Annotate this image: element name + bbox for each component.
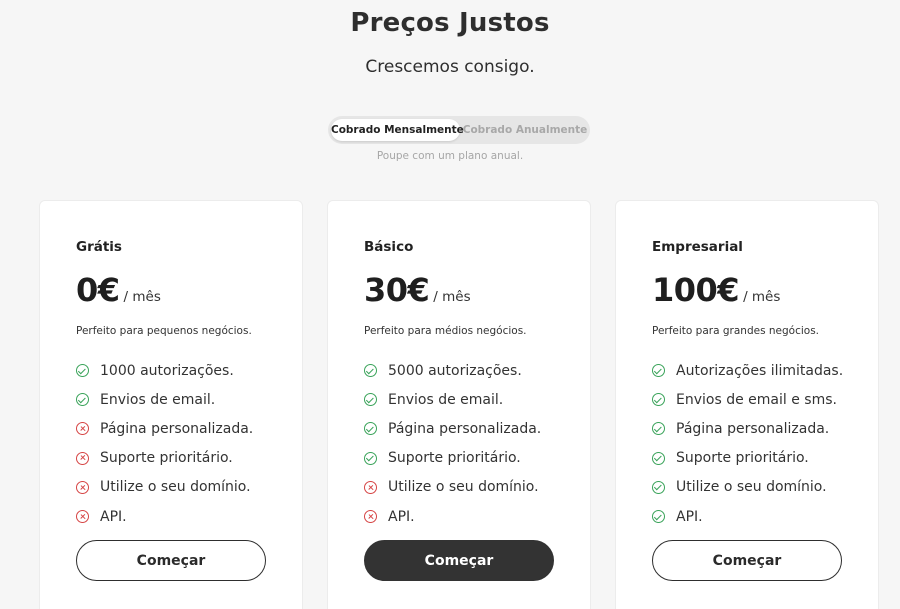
feature-list: 5000 autorizações. Envios de email. Página…: [364, 356, 541, 531]
plan-description: Perfeito para grandes negócios.: [652, 325, 820, 337]
start-button-basic[interactable]: Começar: [364, 540, 554, 581]
pricing-page: Preços Justos Crescemos consigo. Cobrado…: [0, 0, 900, 609]
plan-price: 0€: [76, 271, 120, 309]
billing-toggle[interactable]: Cobrado Mensalmente Cobrado Anualmente: [328, 116, 590, 144]
annual-savings-hint: Poupe com um plano anual.: [376, 150, 524, 162]
plan-card-enterprise: Empresarial 100€ / mês Perfeito para gran…: [615, 200, 879, 609]
cross-icon: [76, 451, 89, 465]
plan-description: Perfeito para médios negócios.: [364, 325, 527, 337]
cross-icon: [76, 422, 89, 436]
check-icon: [652, 393, 665, 407]
check-icon: [652, 510, 665, 524]
check-icon: [364, 451, 377, 465]
plan-price-row: 100€ / mês: [652, 271, 780, 309]
feature-item: Utilize o seu domínio.: [652, 473, 843, 502]
plan-name: Grátis: [76, 239, 122, 255]
feature-item: 5000 autorizações.: [364, 356, 541, 385]
plan-period: / mês: [743, 289, 781, 305]
feature-item: Utilize o seu domínio.: [76, 473, 253, 502]
feature-label: Utilize o seu domínio.: [388, 479, 539, 496]
feature-item: API.: [364, 502, 541, 531]
feature-item: Suporte prioritário.: [364, 444, 541, 473]
check-icon: [364, 422, 377, 436]
feature-label: Suporte prioritário.: [388, 450, 521, 467]
check-icon: [76, 364, 89, 378]
check-icon: [652, 451, 665, 465]
feature-label: Utilize o seu domínio.: [100, 479, 251, 496]
feature-label: Autorizações ilimitadas.: [676, 362, 844, 379]
feature-label: Envios de email.: [100, 391, 216, 408]
plan-name: Básico: [364, 239, 414, 255]
plan-period: / mês: [123, 289, 161, 305]
plan-price: 100€: [652, 271, 740, 309]
billing-monthly-option[interactable]: Cobrado Mensalmente: [331, 119, 464, 141]
feature-label: 5000 autorizações.: [388, 362, 522, 379]
feature-list: 1000 autorizações. Envios de email. Página…: [76, 356, 253, 531]
feature-item: API.: [652, 502, 843, 531]
plan-name: Empresarial: [652, 239, 743, 255]
feature-label: Suporte prioritário.: [100, 450, 233, 467]
start-button-enterprise[interactable]: Começar: [652, 540, 842, 581]
feature-item: Suporte prioritário.: [652, 444, 843, 473]
feature-label: API.: [676, 508, 703, 525]
feature-label: Envios de email e sms.: [676, 391, 837, 408]
feature-label: Suporte prioritário.: [676, 450, 809, 467]
cross-icon: [76, 480, 89, 494]
feature-item: Envios de email.: [364, 385, 541, 414]
check-icon: [364, 364, 377, 378]
plan-price-row: 0€ / mês: [76, 271, 161, 309]
feature-item: Utilize o seu domínio.: [364, 473, 541, 502]
feature-item: Suporte prioritário.: [76, 444, 253, 473]
check-icon: [652, 480, 665, 494]
plan-price-row: 30€ / mês: [364, 271, 471, 309]
check-icon: [652, 364, 665, 378]
feature-label: Página personalizada.: [676, 420, 830, 437]
feature-label: Envios de email.: [388, 391, 504, 408]
plan-card-free: Grátis 0€ / mês Perfeito para pequenos ne…: [39, 200, 303, 609]
feature-item: API.: [76, 502, 253, 531]
feature-item: Página personalizada.: [652, 414, 843, 443]
feature-label: API.: [388, 508, 415, 525]
plan-description: Perfeito para pequenos negócios.: [76, 325, 252, 337]
feature-list: Autorizações ilimitadas. Envios de email …: [652, 356, 843, 531]
feature-item: Página personalizada.: [364, 414, 541, 443]
feature-label: API.: [100, 508, 127, 525]
feature-label: 1000 autorizações.: [100, 362, 234, 379]
feature-label: Utilize o seu domínio.: [676, 479, 827, 496]
feature-item: Autorizações ilimitadas.: [652, 356, 843, 385]
plan-card-basic: Básico 30€ / mês Perfeito para médios neg…: [327, 200, 591, 609]
page-title: Preços Justos: [350, 8, 550, 38]
check-icon: [652, 422, 665, 436]
feature-item: Página personalizada.: [76, 414, 253, 443]
plan-period: / mês: [433, 289, 471, 305]
feature-item: Envios de email e sms.: [652, 385, 843, 414]
cross-icon: [364, 480, 377, 494]
page-subtitle: Crescemos consigo.: [365, 57, 535, 77]
feature-item: 1000 autorizações.: [76, 356, 253, 385]
feature-label: Página personalizada.: [100, 420, 254, 437]
start-button-free[interactable]: Começar: [76, 540, 266, 581]
billing-annual-option[interactable]: Cobrado Anualmente: [462, 119, 588, 141]
plan-price: 30€: [364, 271, 430, 309]
cross-icon: [364, 510, 377, 524]
feature-item: Envios de email.: [76, 385, 253, 414]
check-icon: [364, 393, 377, 407]
cross-icon: [76, 510, 89, 524]
feature-label: Página personalizada.: [388, 420, 542, 437]
check-icon: [76, 393, 89, 407]
